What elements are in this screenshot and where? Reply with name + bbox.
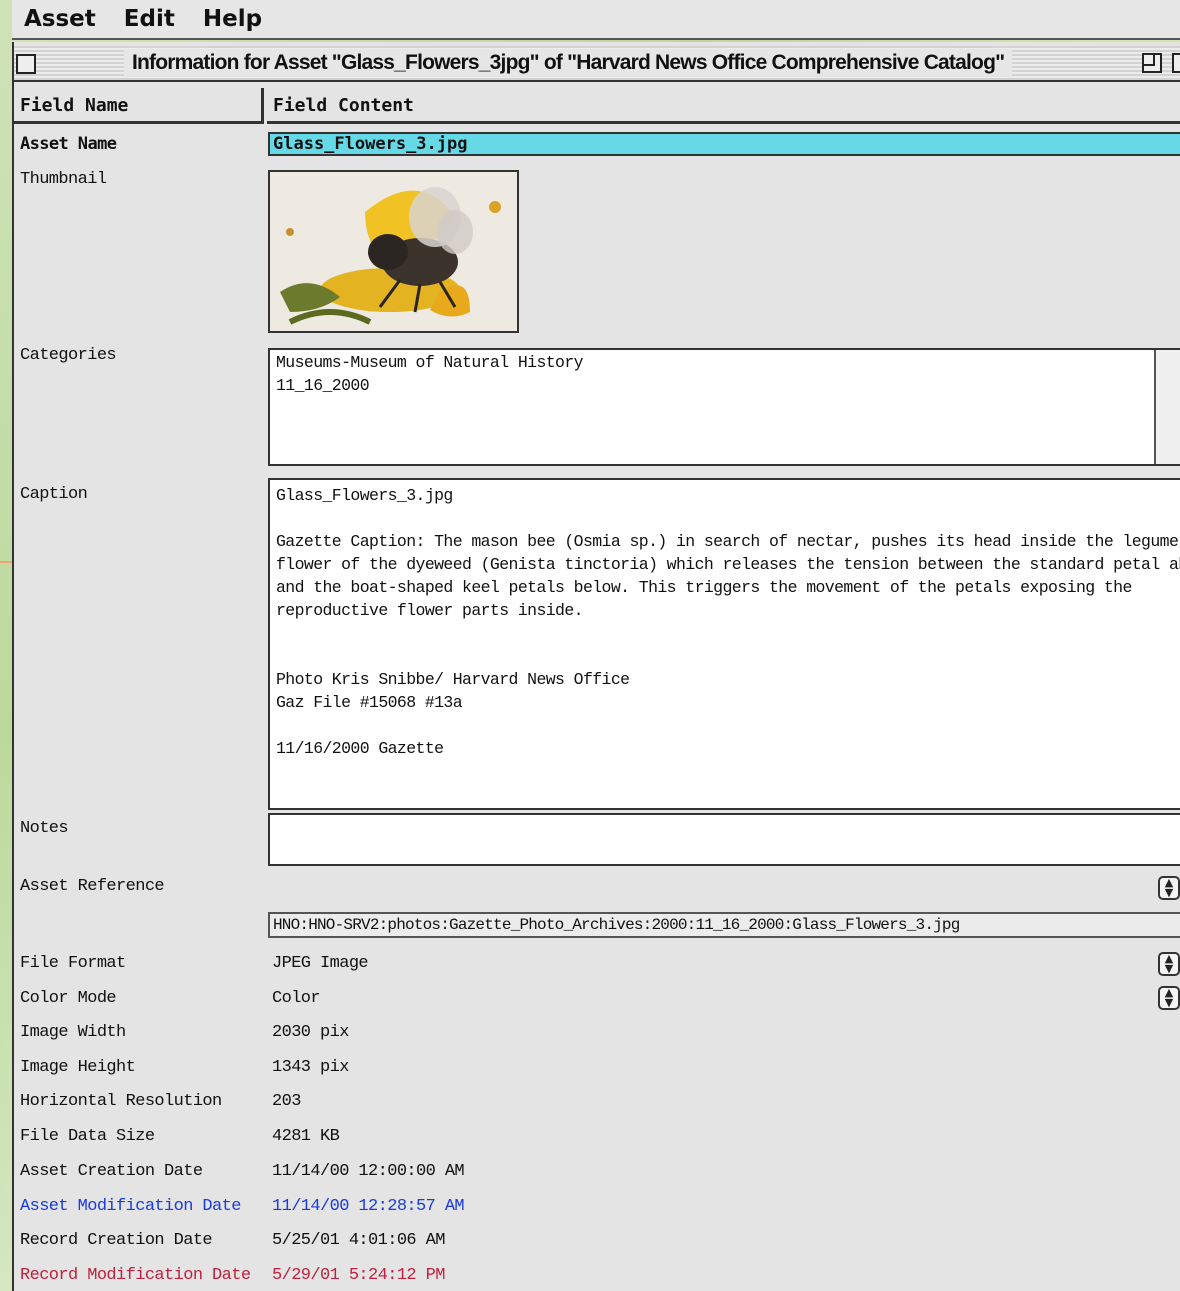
label-asset-creation-date: Asset Creation Date <box>20 1162 203 1181</box>
label-asset-name: Asset Name <box>20 134 117 154</box>
column-header-field-name: Field Name <box>14 88 264 124</box>
label-file-data-size: File Data Size <box>20 1127 155 1146</box>
label-file-format: File Format <box>20 954 126 973</box>
file-format-value: JPEG Image <box>272 954 369 973</box>
label-asset-modification-date: Asset Modification Date <box>20 1197 241 1216</box>
collapse-box-icon[interactable] <box>1172 53 1180 73</box>
asset-reference-field[interactable]: HNO:HNO-SRV2:photos:Gazette_Photo_Archiv… <box>268 912 1180 938</box>
label-record-creation-date: Record Creation Date <box>20 1231 213 1250</box>
notes-field[interactable] <box>268 813 1180 866</box>
thumbnail-image <box>268 170 519 333</box>
label-image-height: Image Height <box>20 1058 136 1077</box>
record-creation-date-value: 5/25/01 4:01:06 AM <box>272 1231 445 1250</box>
label-horizontal-resolution: Horizontal Resolution <box>20 1092 222 1111</box>
color-mode-value: Color <box>272 989 321 1008</box>
categories-line: Museums-Museum of Natural History <box>276 353 584 372</box>
label-notes: Notes <box>20 819 69 838</box>
zoom-box-icon[interactable] <box>1142 53 1162 73</box>
caption-line: Glass_Flowers_3.jpg <box>276 486 453 505</box>
color-mode-stepper-icon[interactable]: ▲ ▼ <box>1158 986 1180 1010</box>
asset-reference-stepper-icon[interactable]: ▲ ▼ <box>1158 876 1180 900</box>
column-header-field-content: Field Content <box>267 88 1180 124</box>
menu-asset[interactable]: Asset <box>24 6 96 32</box>
categories-scrollbar[interactable] <box>1154 350 1180 464</box>
caption-line: flower of the dyeweed (Genista tinctoria… <box>276 555 1180 574</box>
image-height-value: 1343 pix <box>272 1058 349 1077</box>
caption-line: 11/16/2000 Gazette <box>276 739 444 758</box>
asset-info-window: Information for Asset "Glass_Flowers_3jp… <box>12 42 1180 1291</box>
asset-creation-date-value: 11/14/00 12:00:00 AM <box>272 1162 465 1181</box>
label-thumbnail: Thumbnail <box>20 170 107 189</box>
categories-line: 11_16_2000 <box>276 376 370 395</box>
caption-line: Gaz File #15068 #13a <box>276 693 463 712</box>
file-data-size-value: 4281 KB <box>272 1127 340 1146</box>
caption-line: Photo Kris Snibbe/ Harvard News Office <box>276 670 630 689</box>
record-modification-date-value: 5/29/01 5:24:12 PM <box>272 1266 445 1285</box>
image-width-value: 2030 pix <box>272 1023 349 1042</box>
caption-field[interactable]: Glass_Flowers_3.jpg Gazette Caption: The… <box>268 478 1180 810</box>
menu-edit[interactable]: Edit <box>124 6 175 32</box>
label-asset-reference: Asset Reference <box>20 877 165 896</box>
caption-line: Gazette Caption: The mason bee (Osmia sp… <box>276 532 1179 551</box>
label-caption: Caption <box>20 485 88 504</box>
categories-field[interactable]: Museums-Museum of Natural History 11_16_… <box>268 348 1180 466</box>
caption-line: and the boat-shaped keel petals below. T… <box>276 578 1132 597</box>
window-titlebar[interactable]: Information for Asset "Glass_Flowers_3jp… <box>14 46 1180 82</box>
window-title: Information for Asset "Glass_Flowers_3jp… <box>124 49 1013 77</box>
label-image-width: Image Width <box>20 1023 126 1042</box>
horizontal-resolution-value: 203 <box>272 1092 301 1111</box>
label-record-modification-date: Record Modification Date <box>20 1266 251 1285</box>
menu-help[interactable]: Help <box>203 6 262 32</box>
menu-bar: Asset Edit Help <box>12 0 1180 40</box>
asset-modification-date-value: 11/14/00 12:28:57 AM <box>272 1197 465 1216</box>
file-format-stepper-icon[interactable]: ▲ ▼ <box>1158 952 1180 976</box>
asset-name-field[interactable]: Glass_Flowers_3.jpg <box>268 132 1180 156</box>
close-box-icon[interactable] <box>16 54 36 74</box>
label-color-mode: Color Mode <box>20 989 117 1008</box>
label-categories: Categories <box>20 346 117 365</box>
caption-line: reproductive flower parts inside. <box>276 601 584 620</box>
